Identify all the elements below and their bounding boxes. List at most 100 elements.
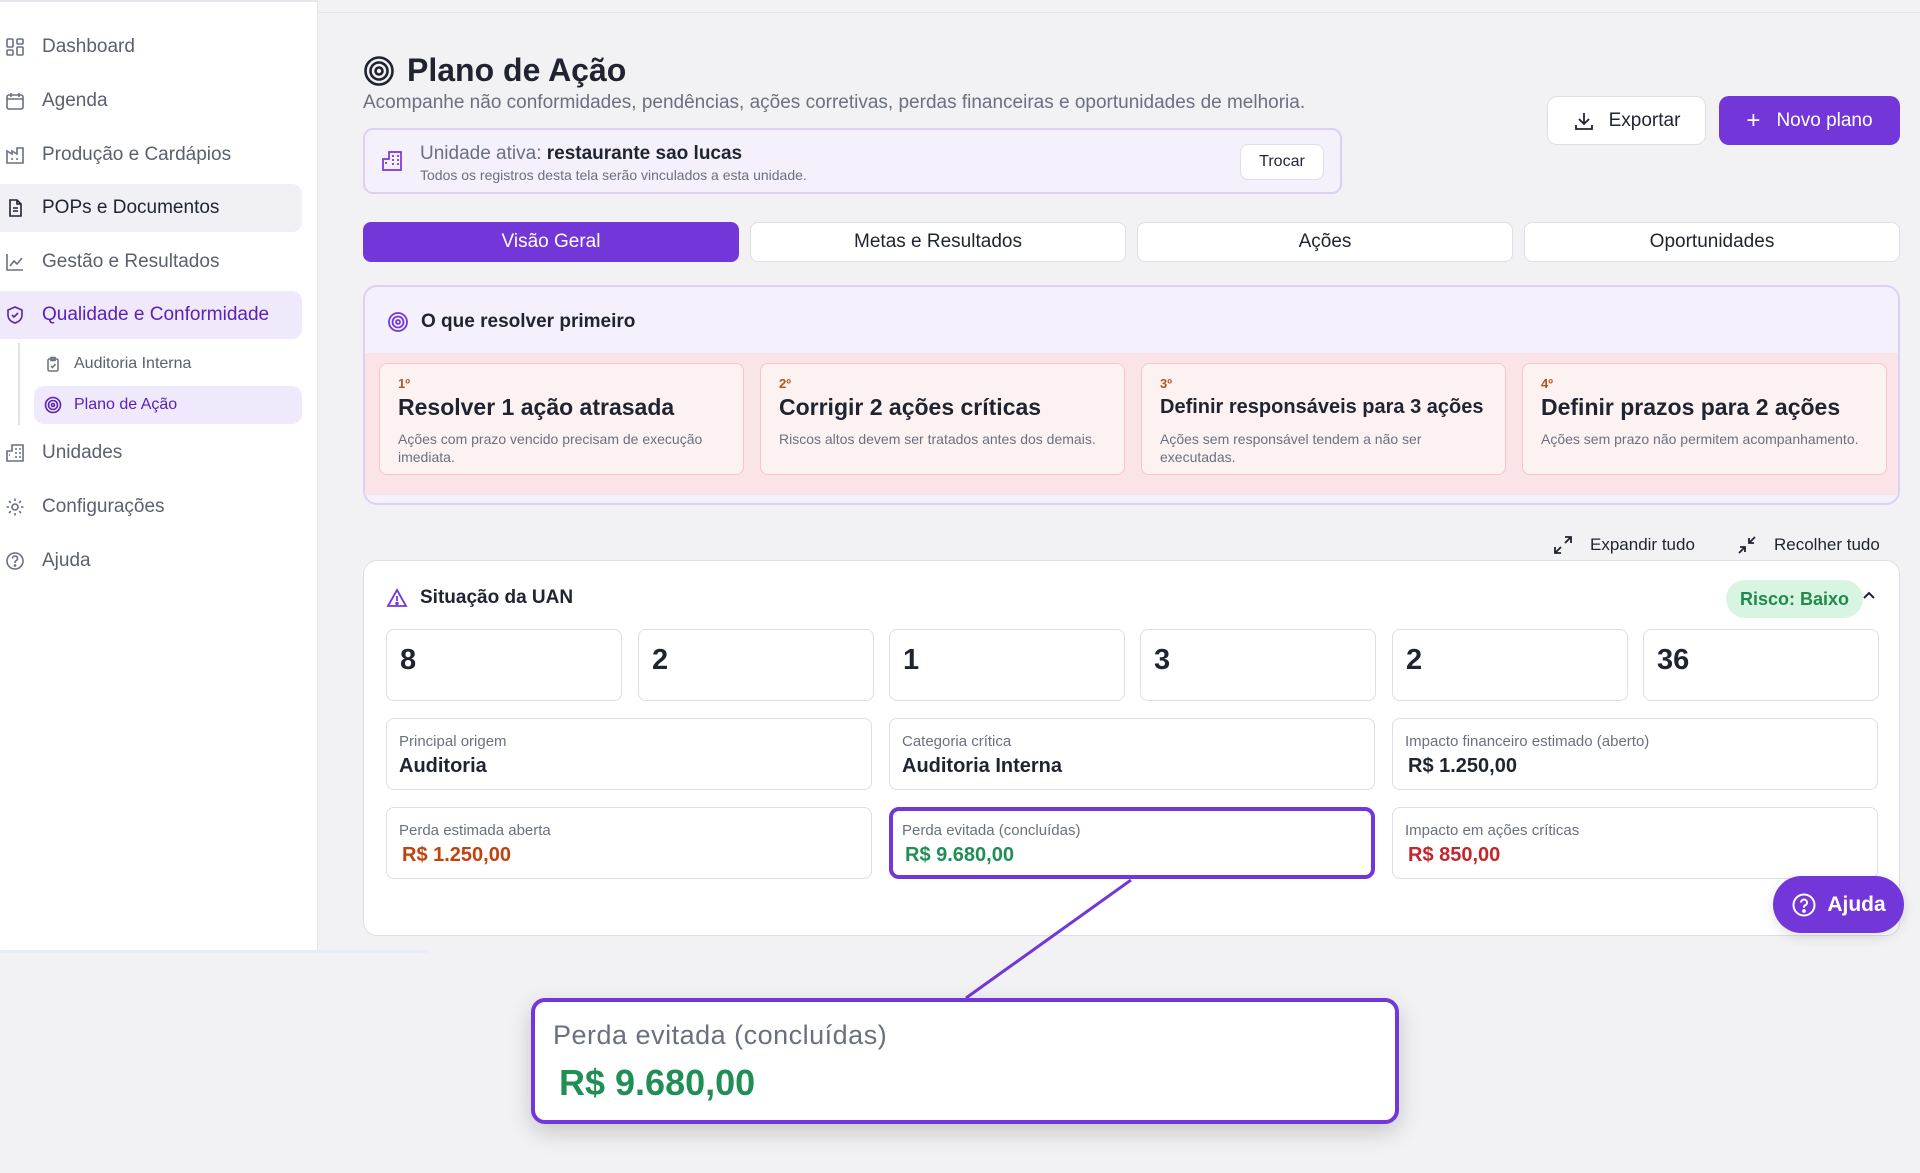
page-subtitle: Acompanhe não conformidades, pendências,… bbox=[363, 92, 1306, 113]
download-icon bbox=[1573, 110, 1595, 132]
warning-icon bbox=[386, 587, 408, 609]
priority-rank: 1º bbox=[398, 376, 410, 391]
expand-icon bbox=[1552, 534, 1574, 556]
sidebar-item-producao[interactable]: Produção e Cardápios bbox=[0, 131, 302, 179]
chevron-up-icon[interactable] bbox=[1861, 588, 1877, 604]
priority-card[interactable]: 2º Corrigir 2 ações críticas Riscos alto… bbox=[760, 363, 1125, 475]
export-button-label: Exportar bbox=[1608, 109, 1681, 131]
priorities-header: O que resolver primeiro bbox=[387, 311, 635, 333]
sidebar-item-label: Agenda bbox=[42, 90, 108, 111]
gear-icon bbox=[4, 496, 26, 518]
help-button-label: Ajuda bbox=[1827, 892, 1886, 916]
sidebar-item-qualidade[interactable]: Qualidade e Conformidade bbox=[0, 291, 302, 339]
priority-description: Riscos altos devem ser tratados antes do… bbox=[779, 431, 1096, 447]
factory-icon bbox=[4, 144, 26, 166]
priority-title: Definir responsáveis para 3 ações bbox=[1160, 396, 1484, 418]
sidebar-item-label: Unidades bbox=[42, 442, 123, 463]
tab-acoes[interactable]: Ações bbox=[1137, 222, 1513, 262]
zoomed-callout: Perda evitada (concluídas) R$ 9.680,00 bbox=[531, 998, 1399, 1124]
info-label: Impacto financeiro estimado (aberto) bbox=[1405, 733, 1650, 750]
info-label: Categoria crítica bbox=[902, 733, 1012, 750]
sidebar-item-agenda[interactable]: Agenda bbox=[0, 77, 302, 125]
change-unit-button[interactable]: Trocar bbox=[1240, 144, 1324, 180]
sidebar-item-label: Configurações bbox=[42, 496, 165, 517]
sidebar-item-gestao[interactable]: Gestão e Resultados bbox=[0, 238, 302, 286]
sidebar-item-ajuda[interactable]: Ajuda bbox=[0, 537, 302, 585]
tab-visao-geral[interactable]: Visão Geral bbox=[363, 222, 739, 262]
sidebar: Dashboard Agenda Produção e Cardápios PO… bbox=[0, 0, 318, 950]
help-floating-button[interactable]: Ajuda bbox=[1773, 876, 1904, 933]
active-unit-banner: Unidade ativa: restaurante sao lucas Tod… bbox=[363, 128, 1342, 194]
uan-header[interactable]: Situação da UAN bbox=[386, 587, 573, 609]
info-label: Perda evitada (concluídas) bbox=[902, 822, 1081, 839]
stat-card: 8 bbox=[386, 629, 622, 701]
new-plan-button-label: Novo plano bbox=[1776, 109, 1873, 131]
tab-oportunidades[interactable]: Oportunidades bbox=[1524, 222, 1900, 262]
sidebar-subitem-label: Plano de Ação bbox=[74, 396, 178, 413]
stat-card: 2 bbox=[1392, 629, 1628, 701]
target-icon bbox=[44, 396, 62, 414]
calendar-icon bbox=[4, 90, 26, 112]
main-top-divider bbox=[318, 12, 1920, 13]
sidebar-item-configuracoes[interactable]: Configurações bbox=[0, 483, 302, 531]
info-card-impacto-criticas: Impacto em ações críticas R$ 850,00 bbox=[1392, 807, 1878, 879]
target-icon bbox=[363, 55, 395, 87]
tab-metas-resultados[interactable]: Metas e Resultados bbox=[750, 222, 1126, 262]
info-label: Impacto em ações críticas bbox=[1405, 822, 1580, 839]
sidebar-subitem-plano[interactable]: Plano de Ação bbox=[34, 386, 302, 424]
line-chart-icon bbox=[4, 251, 26, 273]
sidebar-item-label: Produção e Cardápios bbox=[42, 144, 232, 165]
priority-rank: 3º bbox=[1160, 376, 1172, 391]
info-value: R$ 9.680,00 bbox=[905, 844, 1014, 866]
view-tabs: Visão Geral Metas e Resultados Ações Opo… bbox=[363, 222, 1900, 262]
active-unit-note: Todos os registros desta tela serão vinc… bbox=[420, 167, 807, 183]
priority-title: Definir prazos para 2 ações bbox=[1541, 394, 1841, 420]
collapse-icon bbox=[1736, 534, 1758, 556]
collapse-all-button[interactable]: Recolher tudo bbox=[1736, 534, 1880, 556]
collapse-all-label: Recolher tudo bbox=[1774, 535, 1880, 554]
priority-card[interactable]: 1º Resolver 1 ação atrasada Ações com pr… bbox=[379, 363, 744, 475]
sidebar-item-dashboard[interactable]: Dashboard bbox=[0, 23, 302, 71]
new-plan-button[interactable]: + Novo plano bbox=[1719, 96, 1900, 145]
submenu-guide-line bbox=[18, 343, 20, 425]
stat-card: 1 bbox=[889, 629, 1125, 701]
info-card-perda-evitada: Perda evitada (concluídas) R$ 9.680,00 bbox=[889, 807, 1375, 879]
expand-all-button[interactable]: Expandir tudo bbox=[1552, 534, 1695, 556]
shield-check-icon bbox=[4, 304, 26, 326]
sidebar-subitem-label: Auditoria Interna bbox=[74, 355, 192, 372]
info-card-perda-estimada: Perda estimada aberta R$ 1.250,00 bbox=[386, 807, 872, 879]
stat-card: 3 bbox=[1140, 629, 1376, 701]
clipboard-check-icon bbox=[44, 355, 62, 373]
priority-rank: 4º bbox=[1541, 376, 1553, 391]
document-icon bbox=[4, 197, 26, 219]
priority-description: Ações sem prazo não permitem acompanhame… bbox=[1541, 431, 1859, 447]
page-title: Plano de Ação bbox=[363, 52, 626, 89]
sidebar-item-label: Gestão e Resultados bbox=[42, 251, 220, 272]
page-title-text: Plano de Ação bbox=[407, 52, 627, 88]
active-unit-name: restaurante sao lucas bbox=[546, 143, 743, 164]
uan-status-panel: Situação da UAN Risco: Baixo 8 2 1 3 2 3… bbox=[363, 560, 1900, 936]
sidebar-item-label: Qualidade e Conformidade bbox=[42, 304, 270, 325]
priority-description: Ações sem responsável tendem a não ser e… bbox=[1160, 431, 1422, 465]
help-circle-icon bbox=[1791, 892, 1817, 918]
info-card-categoria-critica: Categoria crítica Auditoria Interna bbox=[889, 718, 1375, 790]
stat-value: 8 bbox=[400, 644, 417, 676]
callout-label: Perda evitada (concluídas) bbox=[553, 1020, 888, 1050]
priority-card[interactable]: 4º Definir prazos para 2 ações Ações sem… bbox=[1522, 363, 1887, 475]
sidebar-item-pops[interactable]: POPs e Documentos bbox=[0, 184, 302, 232]
risk-badge: Risco: Baixo bbox=[1726, 580, 1864, 618]
stat-value: 2 bbox=[1406, 644, 1423, 676]
sidebar-item-unidades[interactable]: Unidades bbox=[0, 429, 302, 477]
sidebar-subitem-auditoria[interactable]: Auditoria Interna bbox=[34, 345, 302, 383]
priority-rank: 2º bbox=[779, 376, 791, 391]
info-value: R$ 850,00 bbox=[1408, 844, 1501, 866]
stat-value: 2 bbox=[652, 644, 669, 676]
info-value: Auditoria bbox=[399, 755, 487, 777]
info-label: Perda estimada aberta bbox=[399, 822, 551, 839]
active-unit-prefix: Unidade ativa: bbox=[420, 143, 542, 164]
priority-card[interactable]: 3º Definir responsáveis para 3 ações Açõ… bbox=[1141, 363, 1506, 475]
priority-description: Ações com prazo vencido precisam de exec… bbox=[398, 431, 703, 465]
sidebar-item-label: POPs e Documentos bbox=[42, 197, 220, 218]
export-button[interactable]: Exportar bbox=[1547, 96, 1706, 145]
stat-value: 3 bbox=[1154, 644, 1171, 676]
